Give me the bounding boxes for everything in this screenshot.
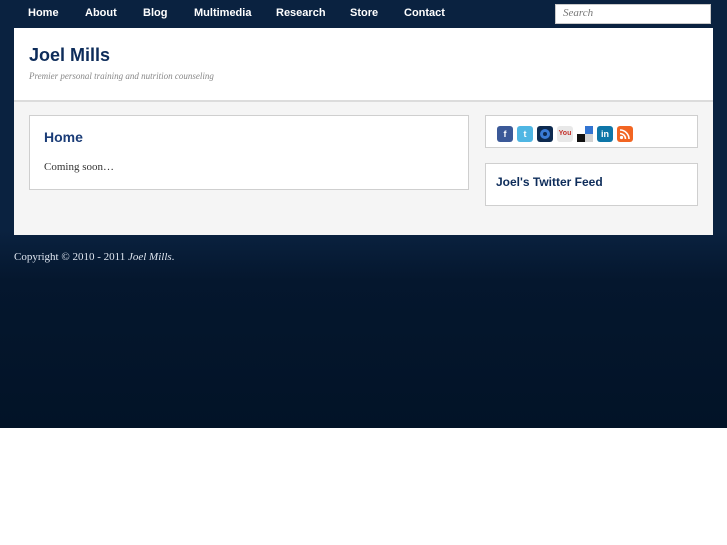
site-title[interactable]: Joel Mills bbox=[29, 45, 110, 66]
copyright-suffix: . bbox=[171, 251, 175, 263]
delicious-icon[interactable] bbox=[577, 126, 593, 142]
main-content-box: Home Coming soon… bbox=[29, 115, 469, 190]
nav-item-contact[interactable]: Contact bbox=[404, 7, 445, 19]
social-icons-widget: f t You in bbox=[485, 115, 698, 148]
copyright-name: Joel Mills bbox=[127, 251, 172, 263]
page-title: Home bbox=[44, 129, 83, 145]
nav-item-research[interactable]: Research bbox=[276, 7, 326, 19]
page-body-text: Coming soon… bbox=[44, 161, 114, 173]
facebook-icon[interactable]: f bbox=[497, 126, 513, 142]
myspace-icon[interactable] bbox=[537, 126, 553, 142]
twitter-feed-title: Joel's Twitter Feed bbox=[496, 175, 603, 189]
copyright-prefix: Copyright © 2010 - 2011 bbox=[14, 251, 126, 263]
twitter-feed-widget: Joel's Twitter Feed bbox=[485, 163, 698, 206]
top-nav: Home About Blog Multimedia Research Stor… bbox=[0, 0, 727, 28]
youtube-icon[interactable]: You bbox=[557, 126, 573, 142]
site-header: Joel Mills Premier personal training and… bbox=[14, 28, 713, 102]
twitter-icon[interactable]: t bbox=[517, 126, 533, 142]
nav-item-home[interactable]: Home bbox=[28, 7, 59, 19]
rss-icon[interactable] bbox=[617, 126, 633, 142]
site-tagline: Premier personal training and nutrition … bbox=[29, 71, 214, 81]
linkedin-icon[interactable]: in bbox=[597, 126, 613, 142]
nav-item-store[interactable]: Store bbox=[350, 7, 378, 19]
copyright-text: Copyright © 2010 - 2011 Joel Mills. bbox=[14, 251, 174, 263]
nav-item-multimedia[interactable]: Multimedia bbox=[194, 7, 251, 19]
nav-item-blog[interactable]: Blog bbox=[143, 7, 167, 19]
search-input[interactable]: Search bbox=[555, 4, 711, 24]
content-wrapper: Joel Mills Premier personal training and… bbox=[14, 28, 713, 235]
nav-item-about[interactable]: About bbox=[85, 7, 117, 19]
